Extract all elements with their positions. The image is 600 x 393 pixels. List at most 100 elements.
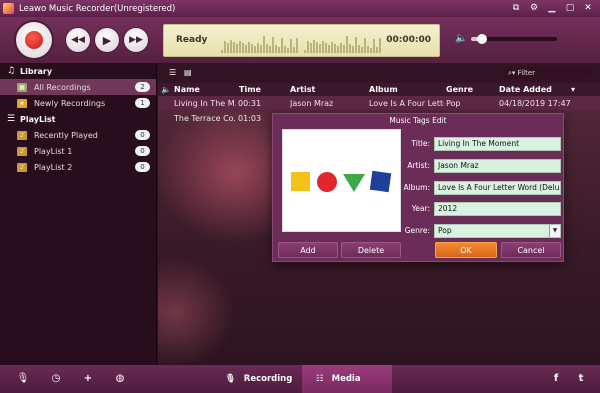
delete-button[interactable]: Delete bbox=[341, 242, 401, 258]
ok-button[interactable]: OK bbox=[435, 242, 497, 258]
tab-label: Recording bbox=[243, 374, 293, 384]
waveform-bar bbox=[224, 41, 226, 53]
tab-label: Media bbox=[331, 374, 361, 384]
add-icon[interactable]: + bbox=[81, 372, 95, 386]
sidebar-item-recently-played[interactable]: ♪ Recently Played 0 bbox=[0, 127, 156, 143]
album-cover[interactable] bbox=[282, 129, 401, 232]
waveform-bar bbox=[233, 42, 235, 53]
record-icon bbox=[25, 31, 43, 49]
volume-slider[interactable] bbox=[471, 33, 558, 44]
maximize-icon[interactable]: ▢ bbox=[562, 2, 578, 15]
play-icon: ▶ bbox=[102, 33, 112, 47]
title-field[interactable]: Living In The Moment bbox=[434, 137, 561, 151]
waveform-bar bbox=[278, 47, 280, 53]
waveform-bar bbox=[355, 37, 357, 53]
waveform-bar bbox=[281, 38, 283, 53]
year-field[interactable]: 2012 bbox=[434, 202, 561, 216]
filter-input[interactable]: ⌕▾ Filter bbox=[502, 67, 592, 79]
cover-square-blue bbox=[369, 170, 392, 193]
window-title: Leawo Music Recorder(Unregistered) bbox=[19, 3, 176, 14]
next-button[interactable]: ▶▶ bbox=[124, 28, 148, 52]
artist-label: Artist: bbox=[407, 161, 430, 170]
minimize-icon[interactable]: ▁ bbox=[544, 2, 560, 15]
waveform-bar bbox=[367, 46, 369, 53]
waveform-bar bbox=[358, 45, 360, 53]
sidebar-item-all-recordings[interactable]: ▦ All Recordings 2 bbox=[0, 79, 156, 95]
table-row[interactable]: Living In The M... 00:31 Jason Mraz Love… bbox=[158, 96, 600, 110]
waveform-bar bbox=[313, 40, 315, 53]
column-header-genre[interactable]: Genre bbox=[446, 85, 473, 94]
waveform-bar bbox=[346, 36, 348, 53]
waveform-bar bbox=[304, 50, 306, 53]
album-field[interactable]: Love Is A Four Letter Word (Deluxe) bbox=[434, 181, 561, 195]
waveform-bar bbox=[260, 45, 262, 53]
column-header-name[interactable]: Name bbox=[174, 85, 200, 94]
waveform-bar bbox=[376, 47, 378, 53]
waveform-left bbox=[221, 29, 298, 53]
record-button[interactable] bbox=[16, 22, 52, 58]
waveform-bar bbox=[343, 45, 345, 53]
year-label: Year: bbox=[411, 204, 430, 213]
waveform-bar bbox=[364, 38, 366, 53]
tab-recording[interactable]: 🎙 Recording bbox=[211, 365, 306, 393]
status-text: Ready bbox=[176, 35, 208, 45]
tab-media[interactable]: ☷ Media bbox=[302, 365, 392, 393]
count-badge: 1 bbox=[135, 98, 150, 108]
table-header: 🔈 Name Time Artist Album Genre Date Adde… bbox=[158, 83, 600, 96]
artist-field[interactable]: Jason Mraz bbox=[434, 159, 561, 173]
sort-arrow-icon[interactable]: ▾ bbox=[571, 85, 575, 94]
waveform-bar bbox=[310, 43, 312, 53]
waveform-bar bbox=[337, 46, 339, 53]
color-wheel-icon[interactable]: ◍ bbox=[113, 372, 127, 386]
twitter-icon[interactable]: t bbox=[574, 372, 588, 386]
waveform-bar bbox=[230, 40, 232, 53]
previous-button[interactable]: ◀◀ bbox=[66, 28, 90, 52]
library-label: Library bbox=[20, 66, 53, 76]
count-badge: 0 bbox=[135, 162, 150, 172]
schedule-icon[interactable]: ◷ bbox=[49, 372, 63, 386]
view-bar: ☰ ▤ ⌕▾ Filter bbox=[158, 63, 600, 83]
column-header-date-added[interactable]: Date Added bbox=[499, 85, 552, 94]
column-header-artist[interactable]: Artist bbox=[290, 85, 315, 94]
cover-circle-red bbox=[317, 172, 337, 192]
genre-select[interactable]: Pop ▼ bbox=[434, 224, 561, 238]
genre-value: Pop bbox=[438, 226, 452, 235]
play-button[interactable]: ▶ bbox=[95, 28, 119, 52]
waveform-bar bbox=[319, 44, 321, 53]
list-view-icon[interactable]: ☰ bbox=[169, 68, 179, 77]
waveform-bar bbox=[340, 43, 342, 53]
title-label: Title: bbox=[411, 139, 430, 148]
waveform-bar bbox=[221, 50, 223, 53]
speaker-icon[interactable]: 🔈 bbox=[455, 33, 467, 44]
sidebar-item-playlist-2[interactable]: ♪ PlayList 2 0 bbox=[0, 159, 156, 175]
gear-icon[interactable]: ⚙ bbox=[526, 2, 542, 15]
cell-artist: Jason Mraz bbox=[290, 99, 334, 108]
sidebar-item-playlist-1[interactable]: ♪ PlayList 1 0 bbox=[0, 143, 156, 159]
waveform-bar bbox=[266, 44, 268, 53]
grid-view-icon[interactable]: ▤ bbox=[184, 68, 194, 77]
close-icon[interactable]: ✕ bbox=[580, 2, 596, 15]
waveform-bar bbox=[251, 44, 253, 53]
waveform-bar bbox=[349, 44, 351, 53]
add-button[interactable]: Add bbox=[278, 242, 338, 258]
waveform-bar bbox=[227, 43, 229, 53]
cancel-button[interactable]: Cancel bbox=[501, 242, 561, 258]
volume-knob[interactable] bbox=[476, 33, 487, 44]
sidebar-item-label: All Recordings bbox=[34, 82, 91, 92]
folder-icon: ♪ bbox=[17, 162, 27, 172]
sidebar-item-newly-recordings[interactable]: ★ Newly Recordings 1 bbox=[0, 95, 156, 111]
column-header-album[interactable]: Album bbox=[369, 85, 398, 94]
playlist-section: ☰ PlayList bbox=[0, 111, 156, 127]
restore-icon[interactable]: ⧉ bbox=[508, 2, 524, 15]
facebook-icon[interactable]: f bbox=[549, 372, 563, 386]
column-header-time[interactable]: Time bbox=[239, 85, 261, 94]
waveform-bar bbox=[272, 37, 274, 53]
microphone-icon[interactable]: 🎙 bbox=[16, 372, 30, 386]
waveform-bar bbox=[245, 45, 247, 53]
playlist-label: PlayList bbox=[20, 114, 56, 124]
sidebar: ♫ Library ▦ All Recordings 2 ★ Newly Rec… bbox=[0, 63, 157, 365]
chevron-down-icon[interactable]: ▼ bbox=[549, 225, 560, 237]
waveform-bar bbox=[322, 41, 324, 53]
waveform-bar bbox=[334, 44, 336, 53]
album-label: Album: bbox=[403, 183, 430, 192]
